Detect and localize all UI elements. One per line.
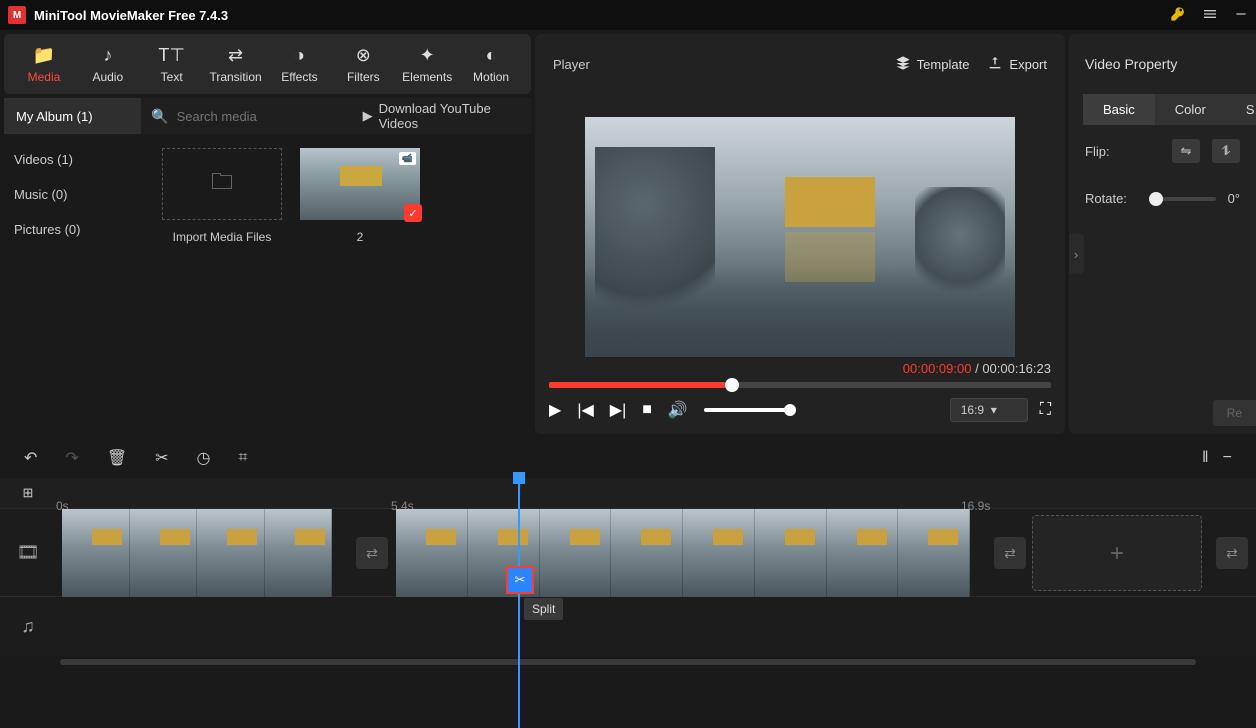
audio-track-icon: ♫ — [0, 597, 56, 656]
download-youtube-link[interactable]: ▶ Download YouTube Videos — [363, 101, 531, 131]
tab-color[interactable]: Color — [1155, 94, 1226, 125]
media-panel: 📁Media ♪Audio T⊤Text ⇄Transition ◑Effect… — [0, 30, 535, 438]
timeline-scrollbar[interactable] — [0, 656, 1256, 668]
media-thumbnail[interactable]: 📹 ✓ — [300, 148, 420, 220]
player-preview — [585, 117, 1015, 357]
youtube-icon: ▶ — [363, 108, 373, 124]
audio-track: ♫ — [0, 596, 1256, 656]
fullscreen-icon[interactable]: ⛶ — [1040, 401, 1051, 419]
tab-basic[interactable]: Basic — [1083, 94, 1155, 125]
effects-icon: ◑ — [294, 45, 305, 66]
undo-button[interactable]: ↶ — [24, 448, 37, 468]
rotate-label: Rotate: — [1085, 191, 1137, 206]
player-scrubber[interactable] — [549, 382, 1051, 388]
menu-icon[interactable] — [1202, 6, 1218, 25]
tab-audio[interactable]: ♪Audio — [76, 37, 140, 91]
license-key-icon[interactable] — [1170, 6, 1186, 25]
delete-button[interactable]: 🗑 — [107, 448, 127, 468]
tab-motion[interactable]: ◐Motion — [459, 37, 523, 91]
motion-icon: ◐ — [486, 45, 497, 66]
stop-button[interactable]: ■ — [642, 401, 652, 419]
reset-button[interactable]: Re — [1213, 400, 1256, 426]
player-title: Player — [553, 57, 590, 72]
template-button[interactable]: Template — [895, 55, 970, 74]
album-sidebar: Videos (1) Music (0) Pictures (0) — [0, 134, 148, 438]
audio-track-body[interactable] — [56, 597, 1256, 656]
text-icon: T⊤ — [158, 45, 185, 66]
transition-slot[interactable]: ⇄ — [356, 537, 388, 569]
app-title: MiniTool MovieMaker Free 7.4.3 — [34, 8, 228, 23]
transition-slot[interactable]: ⇄ — [994, 537, 1026, 569]
player-time: 00:00:09:00 / 00:00:16:23 — [903, 361, 1051, 376]
fit-timeline-icon[interactable]: ‖ — [1202, 449, 1209, 467]
speed-button[interactable]: ◷ — [197, 448, 211, 468]
redo-button[interactable]: ↷ — [65, 448, 78, 468]
tab-media[interactable]: 📁Media — [12, 37, 76, 91]
app-logo-icon: M — [8, 6, 26, 24]
tab-effects[interactable]: ◑Effects — [268, 37, 332, 91]
flip-vertical-button[interactable]: ⥮ — [1212, 139, 1240, 163]
timeline: ⊞ 0s 5.4s 16.9s 🎞 ⇄ ⇄ ⇄ — [0, 478, 1256, 728]
transition-icon: ⇄ — [228, 45, 243, 66]
flip-label: Flip: — [1085, 144, 1137, 159]
title-bar: M MiniTool MovieMaker Free 7.4.3 — [0, 0, 1256, 30]
filters-icon: ⊗ — [356, 45, 371, 66]
folder-icon: 📁 — [33, 45, 55, 66]
zoom-out-button[interactable]: − — [1223, 449, 1232, 467]
selected-check-icon: ✓ — [404, 204, 422, 222]
rotate-slider[interactable] — [1149, 197, 1216, 201]
sidebar-item-pictures[interactable]: Pictures (0) — [0, 212, 148, 247]
video-clip-1[interactable] — [62, 509, 332, 597]
drop-clip-slot[interactable] — [1032, 515, 1202, 591]
main-tabs: 📁Media ♪Audio T⊤Text ⇄Transition ◑Effect… — [4, 34, 531, 94]
export-icon — [987, 55, 1003, 74]
next-frame-button[interactable]: ▶| — [610, 400, 626, 420]
flip-horizontal-button[interactable]: ⇋ — [1172, 139, 1200, 163]
split-handle[interactable]: ✂ — [508, 568, 532, 592]
split-button[interactable]: ✂ — [155, 448, 168, 468]
sidebar-item-videos[interactable]: Videos (1) — [0, 142, 148, 177]
search-icon: 🔍 — [151, 108, 168, 125]
video-track-icon: 🎞 — [0, 542, 56, 563]
player-panel: Player Template Export — [535, 34, 1065, 434]
add-track-button[interactable]: ⊞ — [23, 485, 34, 501]
property-title: Video Property — [1069, 34, 1256, 94]
sidebar-item-music[interactable]: Music (0) — [0, 177, 148, 212]
import-media-button[interactable]: 🗀 — [162, 148, 282, 220]
music-note-icon: ♪ — [103, 45, 112, 66]
tab-transition[interactable]: ⇄Transition — [204, 37, 268, 91]
import-label: Import Media Files — [173, 230, 272, 244]
crop-button[interactable]: ⌗ — [239, 449, 248, 467]
thumb-label: 2 — [357, 230, 364, 244]
volume-slider[interactable] — [704, 408, 794, 412]
minimize-icon[interactable] — [1234, 7, 1248, 24]
play-button[interactable]: ▶ — [549, 400, 561, 420]
layers-icon — [895, 55, 911, 74]
sparkle-icon: ✦ — [420, 45, 435, 66]
video-clip-2[interactable] — [396, 509, 970, 597]
volume-icon[interactable]: 🔊 — [668, 400, 688, 420]
video-track: 🎞 ⇄ ⇄ ⇄ — [0, 508, 1256, 596]
timeline-toolbar: ↶ ↷ 🗑 ✂ ◷ ⌗ ‖ − — [0, 438, 1256, 478]
property-panel: › Video Property Basic Color S Flip: ⇋ ⥮… — [1069, 34, 1256, 434]
search-input[interactable] — [177, 109, 353, 124]
tab-filters[interactable]: ⊗Filters — [331, 37, 395, 91]
aspect-ratio-select[interactable]: 16:9 ▾ — [950, 398, 1028, 422]
rotate-value: 0° — [1228, 191, 1240, 206]
playhead[interactable] — [518, 478, 520, 728]
split-tooltip: Split — [524, 598, 563, 620]
video-badge-icon: 📹 — [399, 152, 416, 165]
tab-text[interactable]: T⊤Text — [140, 37, 204, 91]
prev-frame-button[interactable]: |◀ — [577, 400, 593, 420]
transition-slot[interactable]: ⇄ — [1216, 537, 1248, 569]
tab-more[interactable]: S — [1226, 94, 1256, 125]
export-button[interactable]: Export — [987, 55, 1047, 74]
collapse-panel-button[interactable]: › — [1069, 234, 1084, 274]
album-active[interactable]: My Album (1) — [4, 98, 141, 134]
tab-elements[interactable]: ✦Elements — [395, 37, 459, 91]
